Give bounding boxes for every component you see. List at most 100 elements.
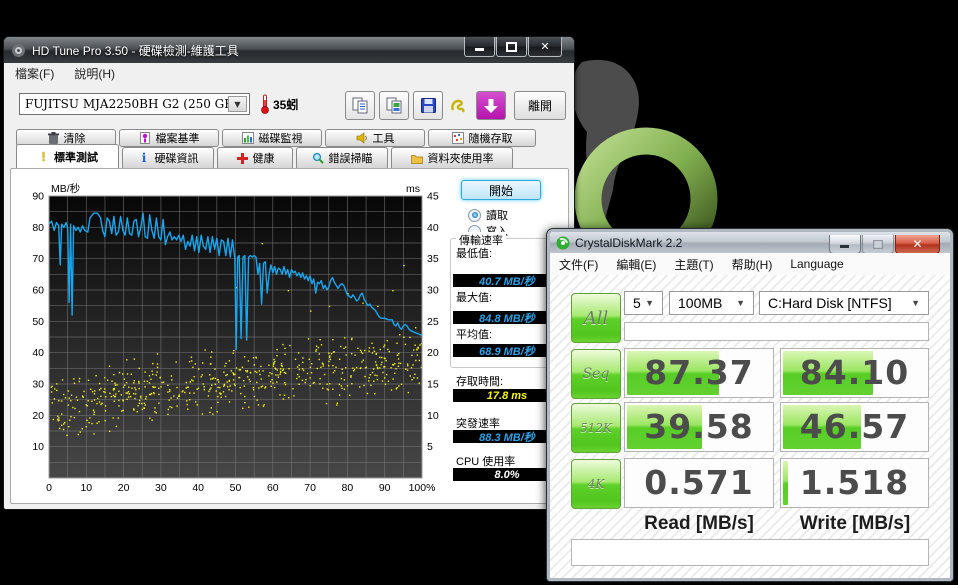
cdm-client-area: All 5▼ 100MB▼ C:Hard Disk [NTFS]▼ Seq 87… bbox=[550, 275, 950, 578]
cdm-menu-file[interactable]: 文件(F) bbox=[550, 253, 607, 276]
svg-text:30: 30 bbox=[427, 285, 439, 297]
exit-button-label: 離開 bbox=[528, 97, 552, 114]
cdm-minimize-button[interactable] bbox=[829, 235, 861, 254]
crystaldiskmark-window: CrystalDiskMark 2.2 ✕ 文件(F) 編輯(E) 主題(T) … bbox=[546, 228, 954, 582]
burst-rate-value: 88.3 MB/秒 bbox=[453, 430, 561, 443]
4k-read-cell: 0.571 bbox=[624, 458, 774, 508]
menu-file[interactable]: 檔案(F) bbox=[5, 63, 64, 84]
seq-write-cell: 84.10 bbox=[780, 348, 929, 398]
cdm-close-button[interactable]: ✕ bbox=[895, 235, 940, 254]
svg-text:90: 90 bbox=[32, 191, 44, 203]
copy-image-icon bbox=[386, 97, 403, 114]
exit-button[interactable]: 離開 bbox=[514, 91, 566, 120]
all-test-button[interactable]: All bbox=[571, 293, 621, 343]
svg-text:40: 40 bbox=[32, 347, 44, 359]
512k-read-cell: 39.58 bbox=[624, 402, 774, 452]
512k-test-button[interactable]: 512K bbox=[571, 403, 621, 453]
hdtune-window: HD Tune Pro 3.50 - 硬碟檢測-維護工具 ✕ 檔案(F) 說明(… bbox=[3, 36, 575, 510]
svg-text:30: 30 bbox=[155, 482, 167, 494]
512k-read-value: 39.58 bbox=[625, 407, 773, 446]
seq-read-cell: 87.37 bbox=[624, 348, 774, 398]
svg-text:30: 30 bbox=[32, 379, 44, 391]
svg-text:40: 40 bbox=[192, 482, 204, 494]
cpu-usage-value: 8.0% bbox=[453, 468, 561, 481]
svg-text:80: 80 bbox=[32, 222, 44, 234]
svg-text:50: 50 bbox=[230, 482, 242, 494]
tab-label: 工具 bbox=[373, 130, 395, 146]
svg-text:70: 70 bbox=[32, 253, 44, 265]
cdm-titlebar[interactable]: CrystalDiskMark 2.2 ✕ bbox=[550, 232, 950, 253]
max-label: 最大值: bbox=[456, 289, 492, 305]
save-button[interactable] bbox=[413, 91, 443, 120]
read-column-header: Read [MB/s] bbox=[624, 513, 774, 535]
test-count-value: 5 bbox=[633, 295, 641, 311]
test-count-select[interactable]: 5▼ bbox=[624, 291, 663, 315]
svg-text:35: 35 bbox=[427, 253, 439, 265]
options-button[interactable] bbox=[443, 91, 473, 120]
svg-text:20: 20 bbox=[118, 482, 130, 494]
cdm-menubar: 文件(F) 編輯(E) 主題(T) 帮助(H) Language bbox=[550, 253, 950, 276]
copy-text-button[interactable] bbox=[345, 91, 375, 120]
tab-folder-usage[interactable]: 資料夾使用率 bbox=[391, 147, 513, 169]
start-button[interactable]: 開始 bbox=[461, 180, 541, 200]
chevron-down-icon: ▼ bbox=[736, 298, 745, 308]
tab-benchmark-active[interactable]: ! 標準測試 bbox=[16, 144, 119, 169]
svg-text:5: 5 bbox=[427, 441, 433, 453]
tab-file-benchmark[interactable]: 檔案基準 bbox=[119, 129, 219, 147]
cdm-window-title: CrystalDiskMark 2.2 bbox=[575, 236, 682, 250]
close-button[interactable]: ✕ bbox=[528, 37, 562, 57]
download-button[interactable] bbox=[476, 91, 506, 120]
options-icon bbox=[449, 97, 467, 115]
svg-text:100%: 100% bbox=[409, 482, 436, 494]
maximize-button[interactable] bbox=[496, 37, 527, 57]
svg-text:15: 15 bbox=[427, 379, 439, 391]
magnifier-icon bbox=[312, 152, 325, 165]
hdtune-titlebar[interactable]: HD Tune Pro 3.50 - 硬碟檢測-維護工具 ✕ bbox=[4, 37, 574, 63]
radio-read[interactable]: 讀取 bbox=[468, 207, 508, 223]
hdtune-toolbar: FUJITSU MJA2250BH G2 (250 GB) ▼ 35蚓 離開 bbox=[5, 83, 573, 129]
svg-text:40: 40 bbox=[427, 222, 439, 234]
menu-help[interactable]: 說明(H) bbox=[64, 63, 125, 84]
svg-text:ms: ms bbox=[406, 183, 420, 195]
4k-write-cell: 1.518 bbox=[780, 458, 929, 508]
copy-image-button[interactable] bbox=[379, 91, 409, 120]
4k-test-button[interactable]: 4K bbox=[571, 459, 621, 509]
random-access-icon bbox=[452, 132, 465, 145]
tab-health[interactable]: 健康 bbox=[217, 147, 293, 169]
tab-error-scan[interactable]: 錯誤掃瞄 bbox=[296, 147, 388, 169]
seq-test-button[interactable]: Seq bbox=[571, 349, 621, 399]
cdm-menu-theme[interactable]: 主題(T) bbox=[665, 253, 722, 276]
512k-write-value: 46.57 bbox=[781, 407, 928, 446]
drive-select-value: FUJITSU MJA2250BH G2 (250 GB) bbox=[25, 97, 238, 111]
chevron-down-icon: ▼ bbox=[645, 298, 654, 308]
minimize-button[interactable] bbox=[464, 37, 495, 57]
comment-field[interactable] bbox=[571, 539, 929, 566]
cdm-menu-edit[interactable]: 編輯(E) bbox=[607, 253, 665, 276]
svg-text:10: 10 bbox=[427, 410, 439, 422]
tab-disk-info[interactable]: i 硬碟資訊 bbox=[122, 147, 214, 169]
tab-disk-monitor[interactable]: 磁碟監視 bbox=[222, 129, 322, 147]
file-benchmark-icon bbox=[139, 132, 152, 145]
svg-text:20: 20 bbox=[427, 347, 439, 359]
cdm-menu-language[interactable]: Language bbox=[781, 254, 852, 274]
cdm-maximize-button[interactable] bbox=[862, 235, 894, 254]
cdm-menu-help[interactable]: 帮助(H) bbox=[723, 253, 782, 276]
tab-label: 資料夾使用率 bbox=[428, 150, 494, 166]
tab-random-access[interactable]: 隨機存取 bbox=[428, 129, 536, 147]
avg-label: 平均值: bbox=[456, 326, 492, 342]
512k-write-cell: 46.57 bbox=[780, 402, 929, 452]
svg-text:90: 90 bbox=[379, 482, 391, 494]
target-drive-select[interactable]: C:Hard Disk [NTFS]▼ bbox=[759, 291, 929, 315]
target-drive-value: C:Hard Disk [NTFS] bbox=[768, 295, 892, 311]
copy-text-icon bbox=[352, 97, 369, 114]
cpu-usage-label: CPU 使用率 bbox=[456, 453, 515, 469]
radio-read-label: 讀取 bbox=[486, 207, 508, 223]
chevron-down-icon: ▼ bbox=[228, 96, 247, 112]
drive-select[interactable]: FUJITSU MJA2250BH G2 (250 GB) ▼ bbox=[19, 93, 250, 115]
min-value: 40.7 MB/秒 bbox=[453, 274, 561, 287]
test-size-select[interactable]: 100MB▼ bbox=[669, 291, 754, 315]
tab-tools[interactable]: 工具 bbox=[325, 129, 425, 147]
write-column-header: Write [MB/s] bbox=[780, 513, 930, 535]
svg-text:45: 45 bbox=[427, 191, 439, 203]
tab-label: 錯誤掃瞄 bbox=[329, 150, 373, 166]
